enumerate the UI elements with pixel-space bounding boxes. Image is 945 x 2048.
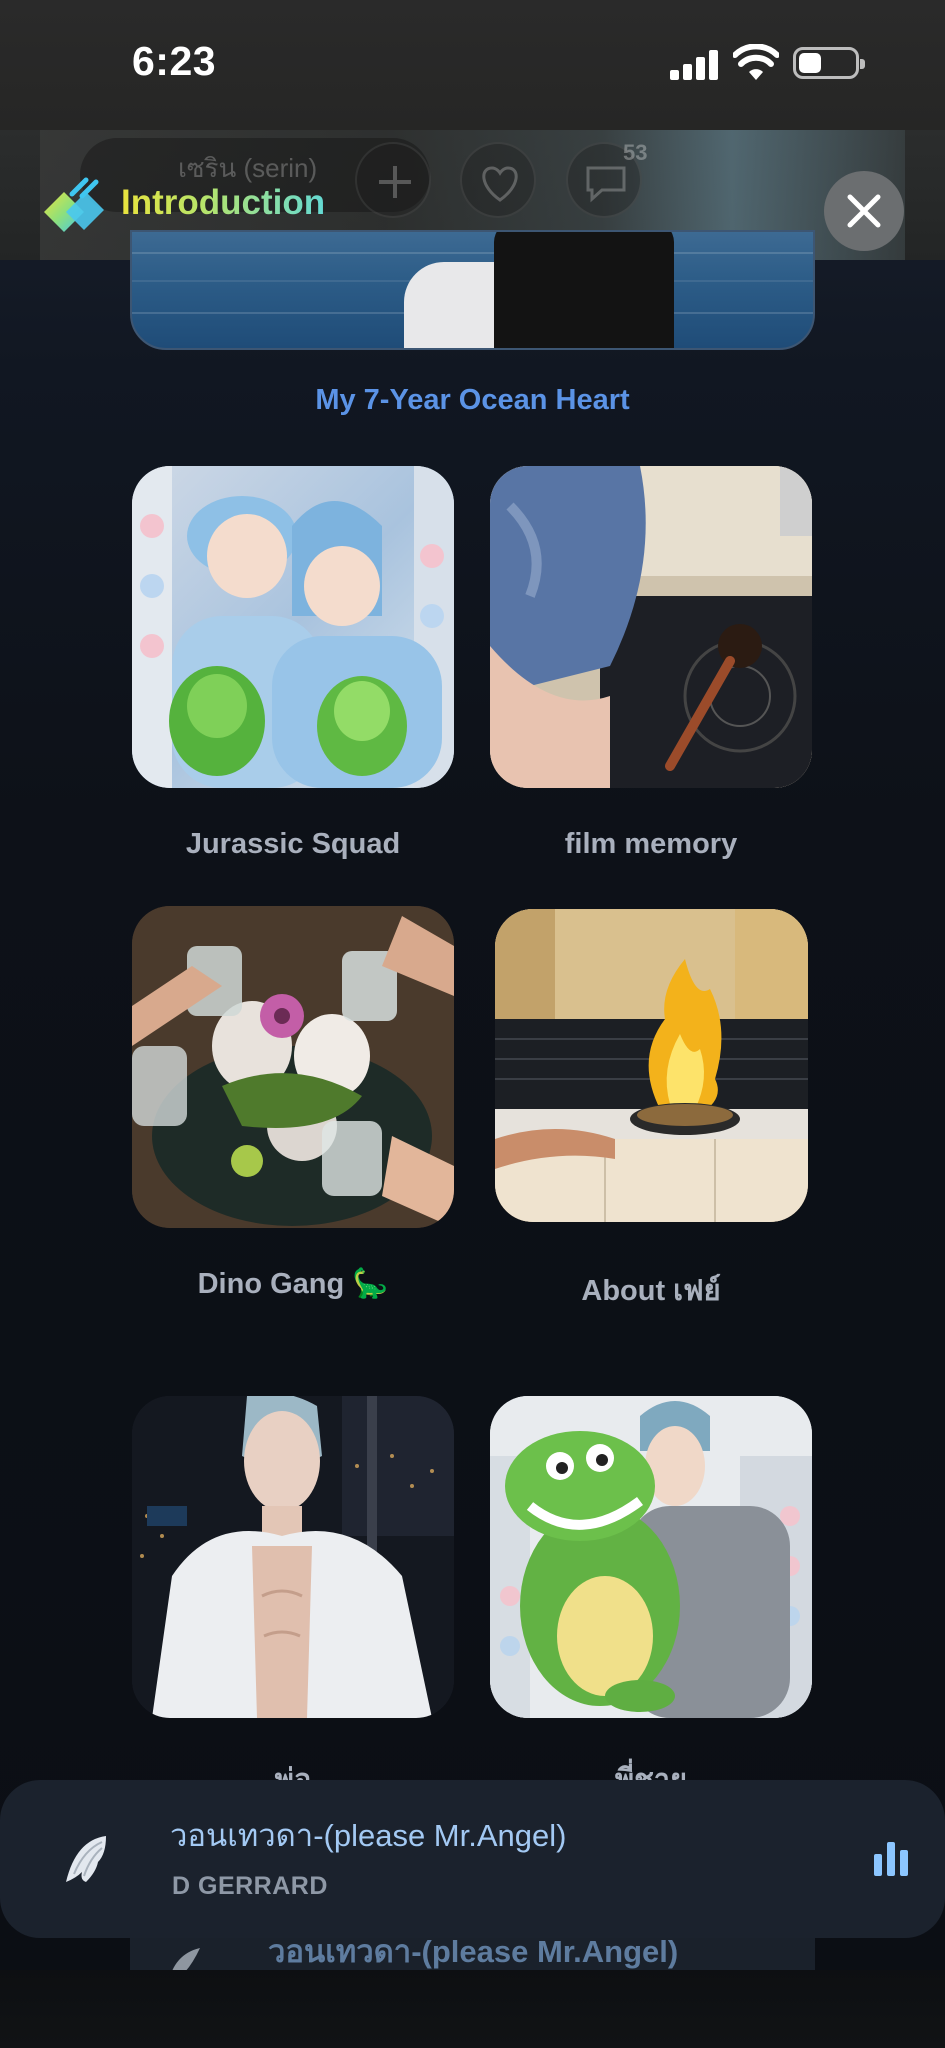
wifi-icon xyxy=(733,44,779,80)
ocean-photo[interactable] xyxy=(130,230,815,350)
section-title: My 7-Year Ocean Heart xyxy=(315,384,630,416)
background-add-icon xyxy=(355,142,431,218)
status-bar: 6:23 xyxy=(0,0,945,130)
music-player[interactable]: วอนเทวดา-(please Mr.Angel) D GERRARD xyxy=(0,1780,945,1938)
tile-label-jurassic-squad: Jurassic Squad xyxy=(185,828,401,860)
equalizer-icon[interactable] xyxy=(874,1840,910,1876)
background-heart-icon xyxy=(460,142,536,218)
tile-label-dino-gang: Dino Gang 🦕 xyxy=(197,1268,389,1300)
tile-jurassic-squad[interactable] xyxy=(132,466,454,788)
kitchen-flambe-photo xyxy=(495,909,808,1222)
app-screen: { "status_bar": {"time": "6:23"}, "heade… xyxy=(0,0,945,2048)
tile-film-memory[interactable] xyxy=(490,466,812,788)
battery-icon xyxy=(793,47,865,79)
page-title: Introduction xyxy=(121,183,326,222)
song-title: วอนเทวดา-(please Mr.Angel) xyxy=(170,1818,567,1853)
close-button[interactable] xyxy=(824,171,904,251)
background-comment-count: 53 xyxy=(623,140,648,165)
close-icon xyxy=(847,194,881,228)
song-artist: D GERRARD xyxy=(172,1872,328,1900)
angel-wing-icon xyxy=(66,1836,106,1882)
introduction-logo-icon xyxy=(44,177,104,232)
status-time: 6:23 xyxy=(132,38,217,84)
tile-about[interactable] xyxy=(495,909,808,1222)
tile-label-about: About เฟย์ xyxy=(581,1275,721,1307)
tile-father[interactable] xyxy=(132,1396,454,1718)
tile-brother[interactable] xyxy=(490,1396,812,1718)
tile-dino-gang[interactable] xyxy=(132,906,454,1228)
cooking-photo xyxy=(490,466,812,788)
man-with-dinosaur-illustration xyxy=(490,1396,812,1718)
couple-dinosaur-illustration xyxy=(132,466,454,788)
man-white-suit-illustration xyxy=(132,1396,454,1718)
toast-photo xyxy=(132,906,454,1228)
tile-label-film-memory: film memory xyxy=(564,828,738,860)
bottom-band xyxy=(0,1970,945,2048)
cellular-signal-icon xyxy=(670,48,718,80)
